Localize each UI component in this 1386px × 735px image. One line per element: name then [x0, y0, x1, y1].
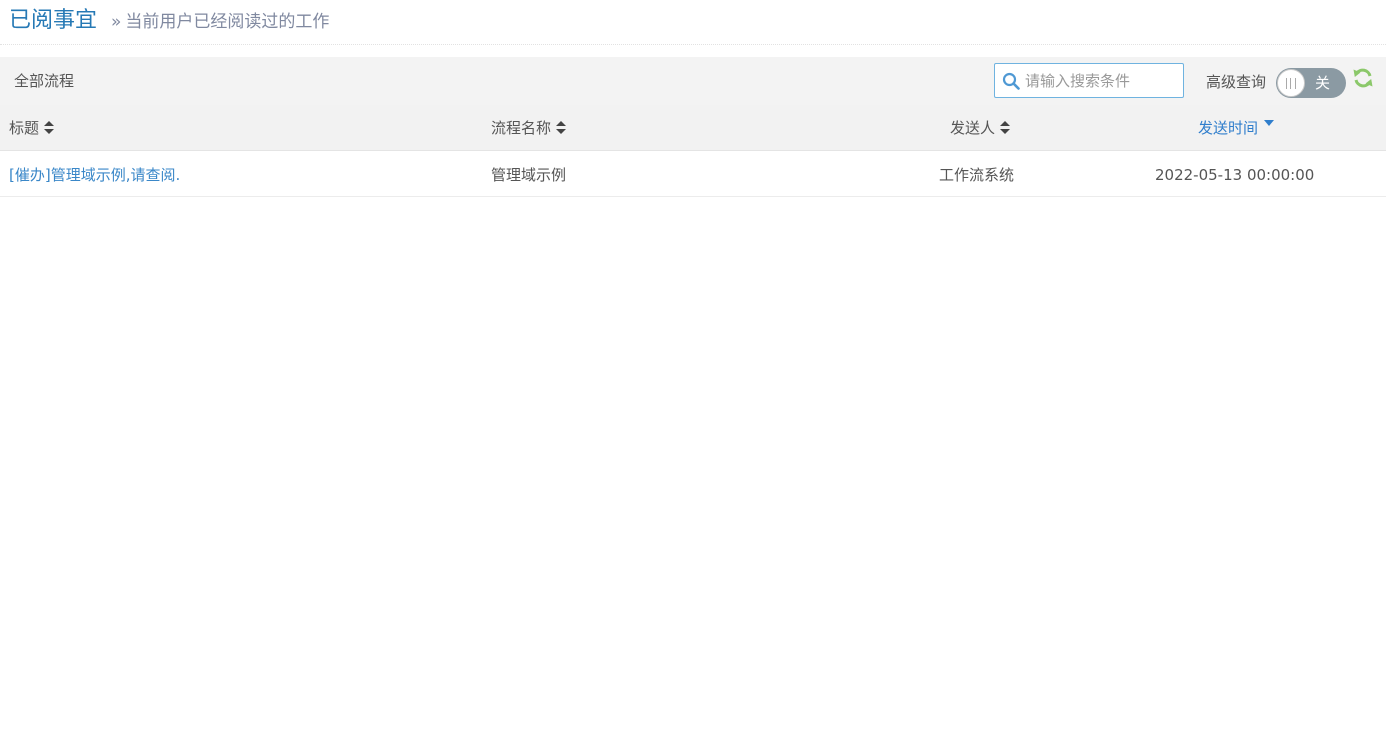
row-title-link[interactable]: [催办]管理域示例,请查阅. [9, 164, 180, 186]
sort-icon[interactable] [44, 120, 55, 135]
column-header-sender[interactable]: 发送人 [950, 117, 1011, 139]
advanced-search-toggle[interactable]: 关 [1276, 68, 1346, 98]
page-subtitle-text: 当前用户已经阅读过的工作 [125, 12, 330, 32]
row-process-name: 管理域示例 [491, 166, 567, 184]
toggle-state-text: 关 [1315, 74, 1331, 92]
search-icon[interactable] [1002, 72, 1020, 90]
refresh-icon[interactable] [1352, 67, 1374, 89]
row-send-time: 2022-05-13 00:00:00 [1155, 166, 1315, 184]
page-subtitle: » 当前用户已经阅读过的工作 [111, 9, 329, 35]
table-row[interactable]: [催办]管理域示例,请查阅. 管理域示例 工作流系统 2022-05-13 00… [0, 151, 1386, 197]
column-header-title[interactable]: 标题 [9, 117, 55, 139]
toggle-knob [1277, 69, 1305, 97]
search-input[interactable] [1025, 68, 1175, 93]
advanced-search-label: 高级查询 [1206, 73, 1267, 91]
column-header-label: 标题 [9, 119, 40, 137]
row-sender: 工作流系统 [939, 166, 1015, 184]
grip-icon [1286, 78, 1296, 89]
breadcrumb-separator: » [111, 12, 122, 32]
toolbar-title: 全部流程 [14, 72, 75, 90]
toolbar: 全部流程 高级查询 关 [0, 57, 1386, 105]
sort-icon[interactable] [1000, 120, 1011, 135]
table-header: 标题 流程名称 发送人 发送时间 [0, 105, 1386, 151]
page-title: 已阅事宜 [9, 8, 98, 33]
column-header-label: 发送时间 [1198, 119, 1259, 137]
search-box[interactable] [994, 63, 1184, 98]
column-header-label: 发送人 [950, 119, 996, 137]
column-header-label: 流程名称 [491, 119, 552, 137]
sort-desc-icon[interactable] [1264, 119, 1275, 126]
column-header-send-time[interactable]: 发送时间 [1198, 117, 1275, 139]
page-header: 已阅事宜 » 当前用户已经阅读过的工作 [0, 0, 1386, 45]
sort-icon[interactable] [556, 120, 567, 135]
column-header-process-name[interactable]: 流程名称 [491, 117, 567, 139]
